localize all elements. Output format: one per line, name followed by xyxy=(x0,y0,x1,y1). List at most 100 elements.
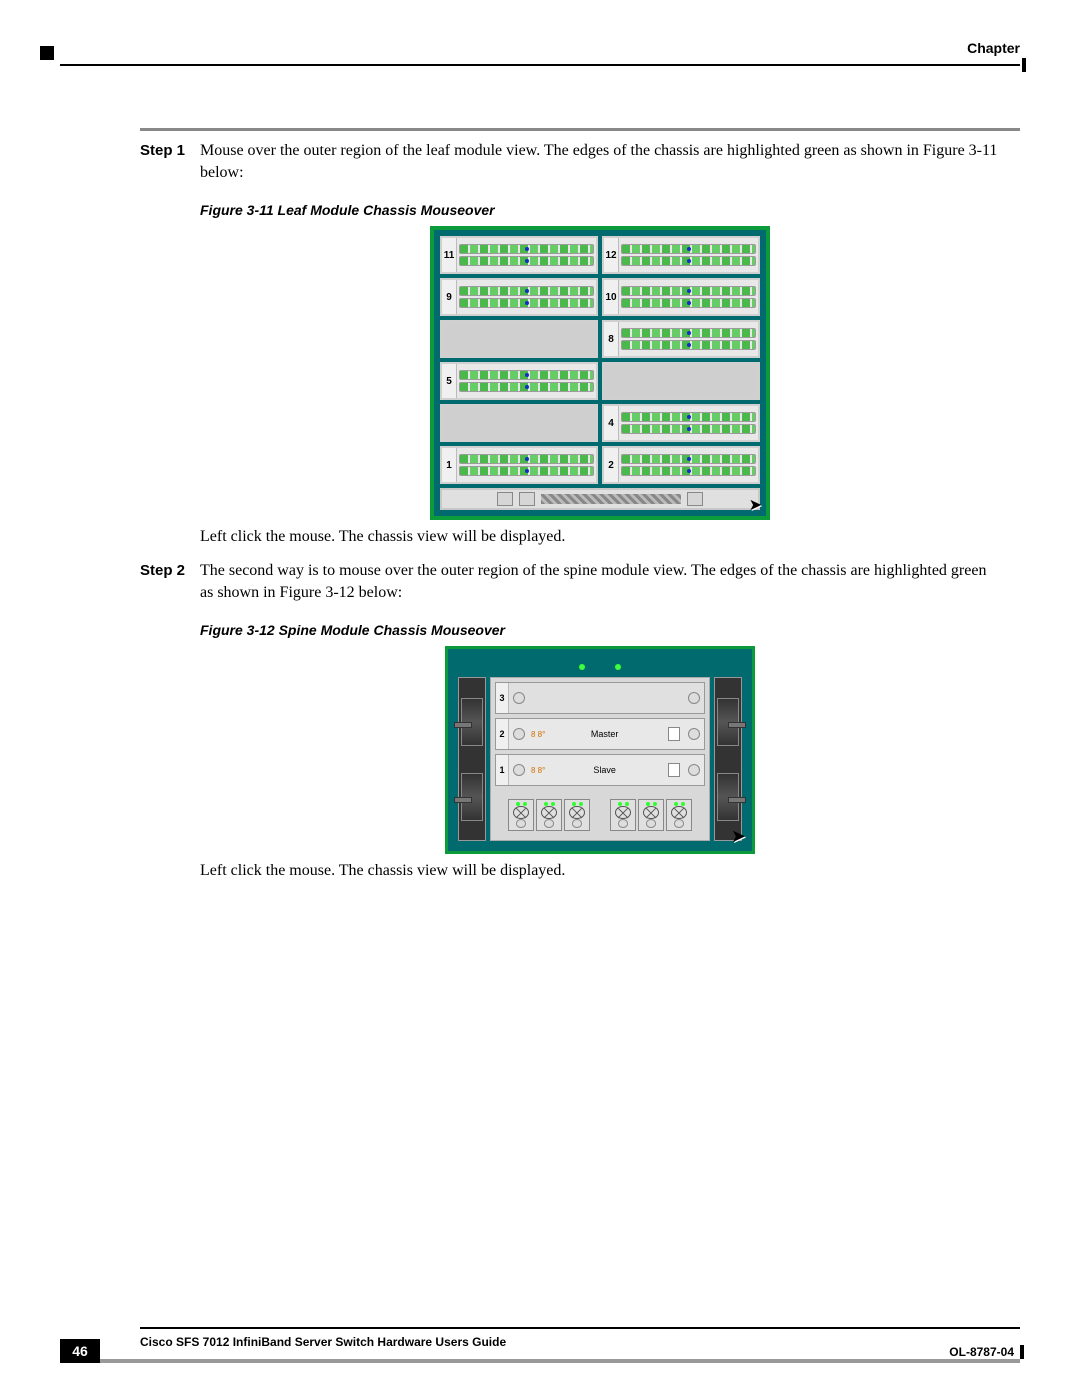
footer-doc-number: OL-8787-04 xyxy=(949,1345,1014,1359)
header-marker xyxy=(40,46,54,60)
leaf-slot-empty xyxy=(440,320,598,358)
spine-module-chassis-diagram: 3 2 8 8° Master xyxy=(445,646,755,854)
spine-fan-row xyxy=(495,790,705,836)
step-label: Step 2 xyxy=(140,560,200,604)
psu-icon xyxy=(461,773,483,821)
psu-icon xyxy=(717,773,739,821)
leaf-ports xyxy=(619,238,758,272)
spine-slot: 3 xyxy=(495,682,705,714)
figure-3-12: 3 2 8 8° Master xyxy=(200,646,1000,854)
leaf-slot-number: 11 xyxy=(442,238,457,272)
leaf-ports xyxy=(619,406,758,440)
led-icon xyxy=(579,664,585,670)
fan-blade-icon xyxy=(569,806,585,819)
spine-center: 3 2 8 8° Master xyxy=(490,677,710,841)
step-text: Mouse over the outer region of the leaf … xyxy=(200,140,1000,184)
spine-body: 3 2 8 8° Master xyxy=(458,677,742,841)
fan-module xyxy=(666,799,692,831)
leaf-module-grid: 11 12 9 10 8 5 4 1 2 xyxy=(440,236,760,484)
chapter-label: Chapter xyxy=(967,40,1020,56)
figure-after-text: Left click the mouse. The chassis view w… xyxy=(200,526,1000,548)
page-icon xyxy=(668,727,680,741)
screw-icon xyxy=(688,692,700,704)
step-row: Step 1 Mouse over the outer region of th… xyxy=(140,140,1000,184)
fan-blade-icon xyxy=(615,806,631,819)
fan-icon xyxy=(497,492,513,506)
step-row: Step 2 The second way is to mouse over t… xyxy=(140,560,1000,604)
fan-module xyxy=(508,799,534,831)
fan-blade-icon xyxy=(513,806,529,819)
leaf-slot-number: 5 xyxy=(442,364,457,398)
leaf-slot-empty xyxy=(602,362,760,400)
fan-icon xyxy=(687,492,703,506)
screw-icon xyxy=(513,764,525,776)
figure-caption: Figure 3-11 Leaf Module Chassis Mouseove… xyxy=(200,202,1000,218)
spine-slot-label: Slave xyxy=(545,765,664,775)
figure-after-text: Left click the mouse. The chassis view w… xyxy=(200,860,1000,882)
leaf-slot: 8 xyxy=(602,320,760,358)
psu-icon xyxy=(461,698,483,746)
fan-icon xyxy=(519,492,535,506)
leaf-ports xyxy=(457,448,596,482)
footer-rule xyxy=(140,1327,1020,1329)
step-label: Step 1 xyxy=(140,140,200,184)
leaf-slot-number: 4 xyxy=(604,406,619,440)
leaf-slot-number: 1 xyxy=(442,448,457,482)
leaf-slot-number: 10 xyxy=(604,280,619,314)
led-icon xyxy=(615,664,621,670)
cursor-arrow-icon: ➤ xyxy=(731,827,746,845)
header-rule xyxy=(60,64,1020,66)
fan-module xyxy=(564,799,590,831)
fan-blade-icon xyxy=(643,806,659,819)
spine-slot-label: Master xyxy=(545,729,664,739)
leaf-slot-number: 8 xyxy=(604,322,619,356)
leaf-ports xyxy=(457,238,596,272)
screw-icon xyxy=(513,728,525,740)
screw-icon xyxy=(513,692,525,704)
figure-caption: Figure 3-12 Spine Module Chassis Mouseov… xyxy=(200,622,1000,638)
footer-bar-icon xyxy=(1020,1345,1024,1359)
spine-slot-number: 2 xyxy=(496,719,509,749)
screw-icon xyxy=(688,764,700,776)
leaf-slot: 1 xyxy=(440,446,598,484)
leaf-slot-number: 9 xyxy=(442,280,457,314)
page-icon xyxy=(668,763,680,777)
leaf-slot-empty xyxy=(440,404,598,442)
spine-slot-indicator: 8 8° xyxy=(531,730,545,739)
footer-doc-title: Cisco SFS 7012 InfiniBand Server Switch … xyxy=(140,1335,506,1349)
power-supply-right xyxy=(714,677,742,841)
leaf-slot: 11 xyxy=(440,236,598,274)
document-page: Chapter Step 1 Mouse over the outer regi… xyxy=(0,0,1080,1397)
cursor-arrow-icon: ➤ xyxy=(749,498,762,514)
leaf-slot: 4 xyxy=(602,404,760,442)
vent-icon xyxy=(541,494,681,504)
leaf-slot: 9 xyxy=(440,278,598,316)
footer-page-bar xyxy=(100,1359,1020,1363)
psu-icon xyxy=(717,698,739,746)
spine-top-leds xyxy=(458,659,742,675)
header-bar-icon xyxy=(1022,58,1026,72)
figure-3-11: 11 12 9 10 8 5 4 1 2 xyxy=(200,226,1000,520)
leaf-bottom-strip xyxy=(440,488,760,510)
footer-page-number: 46 xyxy=(60,1339,100,1363)
page-body: Step 1 Mouse over the outer region of th… xyxy=(140,140,1000,894)
leaf-ports xyxy=(457,280,596,314)
leaf-ports xyxy=(619,322,758,356)
leaf-slot-number: 2 xyxy=(604,448,619,482)
spine-slot-number: 3 xyxy=(496,683,509,713)
fan-module xyxy=(610,799,636,831)
section-rule xyxy=(140,128,1020,131)
leaf-slot: 5 xyxy=(440,362,598,400)
power-supply-left xyxy=(458,677,486,841)
fan-blade-icon xyxy=(541,806,557,819)
spine-slot-indicator: 8 8° xyxy=(531,766,545,775)
leaf-module-chassis-diagram: 11 12 9 10 8 5 4 1 2 xyxy=(430,226,770,520)
leaf-slot: 10 xyxy=(602,278,760,316)
page-header: Chapter xyxy=(40,40,1020,64)
leaf-slot: 2 xyxy=(602,446,760,484)
step-text: The second way is to mouse over the oute… xyxy=(200,560,1000,604)
fan-blade-icon xyxy=(671,806,687,819)
spine-slot: 2 8 8° Master xyxy=(495,718,705,750)
leaf-ports xyxy=(457,364,596,398)
leaf-ports xyxy=(619,280,758,314)
